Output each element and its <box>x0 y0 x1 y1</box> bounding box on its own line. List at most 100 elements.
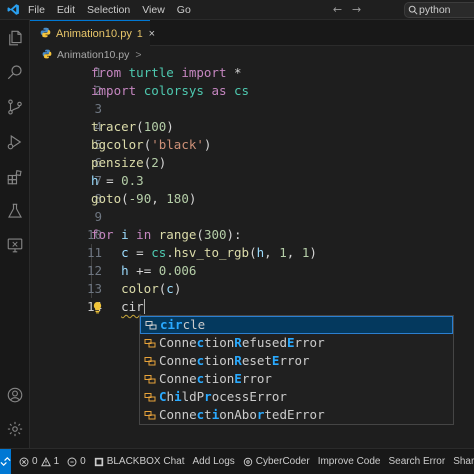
suggestion-item[interactable]: circle <box>140 316 453 334</box>
warning-count: 1 <box>53 456 60 467</box>
command-center-search[interactable]: python <box>404 2 474 18</box>
suggestion-label: ConnectionResetError <box>159 353 310 368</box>
punctuation: , <box>264 245 272 260</box>
punctuation: ( <box>249 245 257 260</box>
testing-flask-icon[interactable] <box>5 201 25 221</box>
variable: c <box>121 245 129 260</box>
code-line: 8 goto(-90, 180) <box>30 190 474 208</box>
code-line: 13 color(c) <box>30 280 474 298</box>
code-line: 1 from turtle import * <box>30 64 474 82</box>
operator: += <box>136 263 152 278</box>
symbol-class-icon <box>144 373 156 385</box>
menu-view[interactable]: View <box>142 4 165 16</box>
suggestion-label: ChildProcessError <box>159 389 287 404</box>
suggestion-label: ConnectionError <box>159 371 272 386</box>
keyword: import <box>91 83 137 98</box>
keyword: for <box>91 227 114 242</box>
run-debug-icon[interactable] <box>5 132 25 152</box>
symbol-class-icon <box>145 319 157 331</box>
search-text: python <box>419 4 451 16</box>
explorer-icon[interactable] <box>5 28 25 48</box>
function-name: bgcolor <box>91 137 144 152</box>
punctuation: ) <box>173 281 182 296</box>
menu-selection[interactable]: Selection <box>87 4 130 16</box>
status-cybercoder[interactable]: CyberCoder <box>243 456 310 467</box>
tab-problem-count: 1 <box>136 27 143 40</box>
back-arrow-icon[interactable]: ← <box>333 3 342 16</box>
breadcrumb: Animation10.py > <box>30 46 474 64</box>
line-number: 3 <box>94 101 102 116</box>
remote-explorer-icon[interactable] <box>5 235 25 255</box>
variable: h <box>91 173 99 188</box>
code-line: 4 tracer(100) <box>30 118 474 136</box>
punctuation: ( <box>136 119 144 134</box>
module-alias: cs <box>151 245 167 260</box>
module-name: colorsys <box>143 83 204 98</box>
menu-go[interactable]: Go <box>177 4 191 16</box>
error-count: 0 <box>32 456 38 467</box>
function-name: color <box>121 281 159 296</box>
status-blackbox-chat[interactable]: BLACKBOX Chat <box>94 456 185 467</box>
vscode-logo-icon <box>6 3 20 17</box>
suggestion-label: ConnectionAbortedError <box>159 407 325 422</box>
menu-file[interactable]: File <box>28 4 45 16</box>
keyword: import <box>181 65 227 80</box>
menu-edit[interactable]: Edit <box>57 4 75 16</box>
code-line: 12 h += 0.006 <box>30 262 474 280</box>
variable: h <box>121 263 129 278</box>
symbol-class-icon <box>144 337 156 349</box>
punctuation: ) <box>203 137 212 152</box>
punctuation: ( <box>196 227 204 242</box>
string-literal: 'black' <box>151 137 204 152</box>
suggestion-label: circle <box>160 317 206 332</box>
variable: i <box>121 227 129 242</box>
typed-text: cir <box>121 299 144 314</box>
problems-indicator[interactable]: 0 1 <box>19 456 59 467</box>
tab-close-icon[interactable]: × <box>149 28 155 40</box>
keyword: as <box>211 83 227 98</box>
ports-count: 0 <box>80 456 86 467</box>
suggestion-item[interactable]: ConnectionResetError <box>140 352 453 370</box>
status-add-logs[interactable]: Add Logs <box>193 456 235 467</box>
forward-arrow-icon[interactable]: → <box>352 3 361 16</box>
remote-indicator-icon[interactable] <box>0 448 11 474</box>
title-bar: File Edit Selection View Go ← → python <box>0 0 474 20</box>
current-code-line: 14 cir <box>30 298 474 316</box>
navigation-arrows: ← → <box>333 3 361 16</box>
tab-animation10[interactable]: Animation10.py 1 × <box>30 20 155 46</box>
operator: * <box>234 65 242 80</box>
breadcrumb-file[interactable]: Animation10.py <box>57 49 129 61</box>
warning-icon <box>40 456 51 466</box>
punctuation: ) <box>158 155 167 170</box>
extensions-icon[interactable] <box>5 167 25 187</box>
search-icon[interactable] <box>5 62 25 82</box>
symbol-class-icon <box>144 409 156 421</box>
suggestion-item[interactable]: ConnectionRefusedError <box>140 334 453 352</box>
variable: c <box>166 281 174 296</box>
python-file-icon <box>42 49 52 62</box>
number-literal: 180 <box>166 191 189 206</box>
number-literal: -90 <box>128 191 152 206</box>
suggestion-item[interactable]: ConnectionAbortedError <box>140 406 453 424</box>
code-line: 2 import colorsys as cs <box>30 82 474 100</box>
suggestion-item[interactable]: ChildProcessError <box>140 388 453 406</box>
source-control-icon[interactable] <box>5 97 25 117</box>
status-share-code[interactable]: Share Co <box>453 456 474 467</box>
keyword: in <box>136 227 152 242</box>
activity-bar <box>0 20 30 448</box>
punctuation: ) <box>188 191 197 206</box>
ports-icon <box>67 457 77 466</box>
settings-gear-icon[interactable] <box>5 419 25 439</box>
punctuation: ): <box>226 227 242 242</box>
ports-indicator[interactable]: 0 <box>67 456 86 467</box>
autocomplete-suggestions: circle ConnectionRefusedError Connection… <box>139 315 454 425</box>
code-line: 3 <box>30 100 474 118</box>
code-line: 5 bgcolor('black') <box>30 136 474 154</box>
function-name: pensize <box>91 155 144 170</box>
status-search-error[interactable]: Search Error <box>389 456 446 467</box>
status-improve-code[interactable]: Improve Code <box>318 456 381 467</box>
keyword: from <box>91 65 122 80</box>
suggestion-item[interactable]: ConnectionError <box>140 370 453 388</box>
account-icon[interactable] <box>5 385 25 405</box>
text-cursor <box>143 299 145 314</box>
